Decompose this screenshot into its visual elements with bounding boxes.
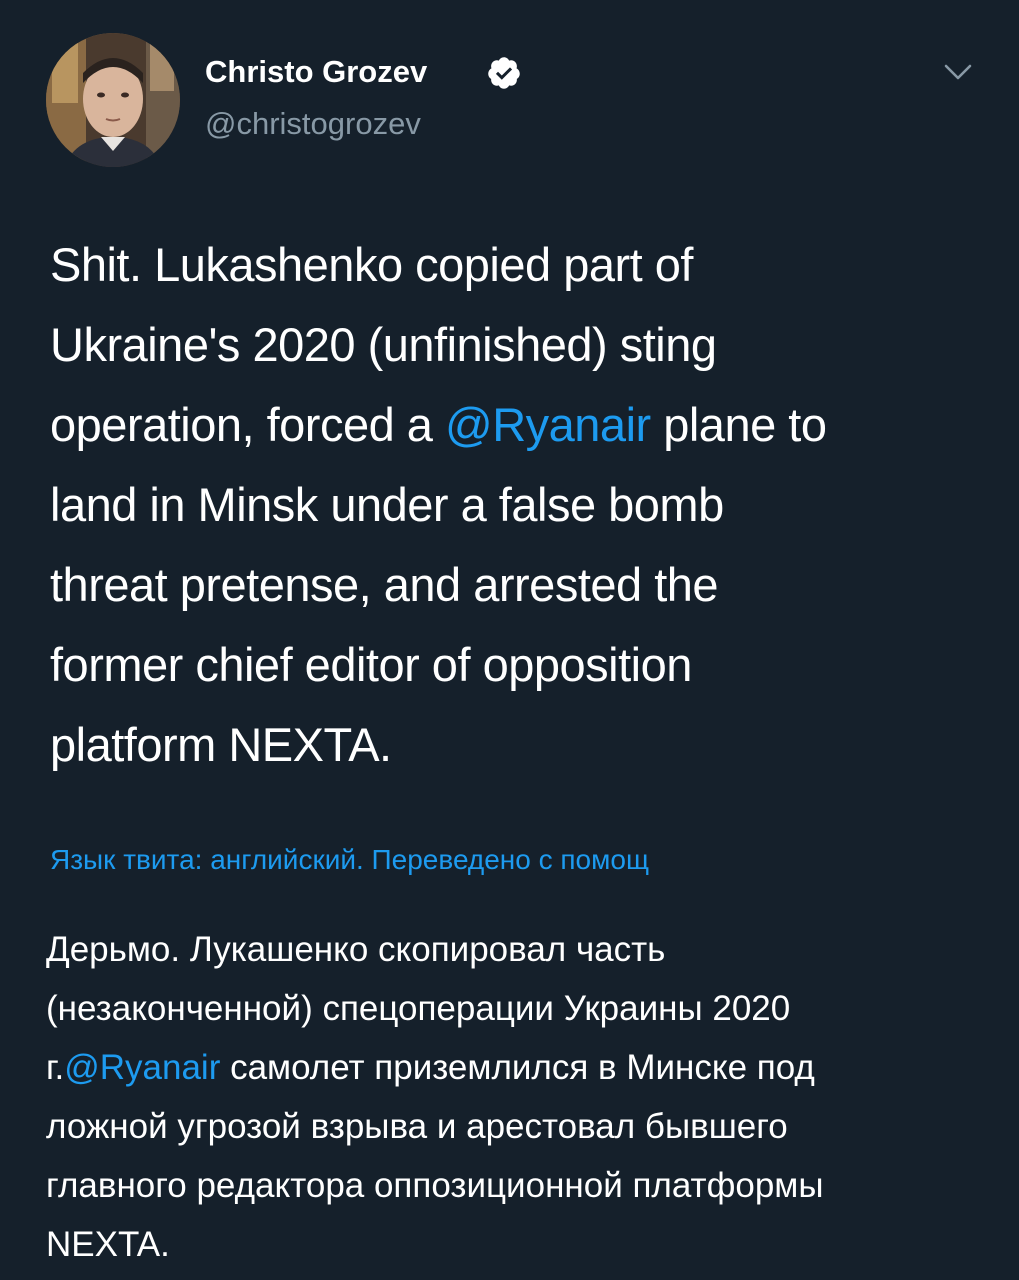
tweet-text: Shit. Lukashenko copied part of Ukraine'… bbox=[50, 225, 980, 785]
translated-text-segment: самолет приземлился в Минске под bbox=[220, 1048, 815, 1087]
tweet-line: Ukraine's 2020 (unfinished) sting bbox=[50, 318, 717, 371]
translated-line: Дерьмо. Лукашенко скопировал часть bbox=[46, 930, 666, 969]
verified-badge-icon bbox=[488, 57, 520, 89]
translated-line: ложной угрозой взрыва и арестовал бывшег… bbox=[46, 1107, 788, 1146]
tweet-text-segment: operation, forced a bbox=[50, 398, 445, 451]
more-options-button[interactable] bbox=[938, 58, 978, 88]
tweet-line: Shit. Lukashenko copied part of bbox=[50, 238, 693, 291]
translated-text: Дерьмо. Лукашенко скопировал часть (неза… bbox=[46, 920, 986, 1274]
translated-line: (незаконченной) спецоперации Украины 202… bbox=[46, 989, 791, 1028]
tweet-text-segment: plane to bbox=[650, 398, 827, 451]
tweet-line: land in Minsk under a false bomb bbox=[50, 478, 724, 531]
tweet-line: operation, forced a @Ryanair plane to bbox=[50, 385, 980, 465]
translated-line: NEXTA. bbox=[46, 1225, 170, 1264]
tweet-line: platform NEXTA. bbox=[50, 718, 392, 771]
chevron-down-icon bbox=[944, 64, 972, 80]
tweet-line: former chief editor of opposition bbox=[50, 638, 692, 691]
translated-line: г.@Ryanair самолет приземлился в Минске … bbox=[46, 1038, 986, 1097]
translation-attribution-link[interactable]: Язык твита: английский. Переведено с пом… bbox=[50, 840, 649, 880]
author-handle[interactable]: @christogrozev bbox=[205, 104, 421, 144]
avatar-photo bbox=[46, 33, 180, 167]
tweet-line: threat pretense, and arrested the bbox=[50, 558, 719, 611]
author-name[interactable]: Christo Grozev bbox=[205, 52, 427, 92]
translated-text-segment: г. bbox=[46, 1048, 65, 1087]
avatar[interactable] bbox=[46, 33, 180, 167]
ryanair-mention-link[interactable]: @Ryanair bbox=[445, 398, 651, 451]
translated-line: главного редактора оппозиционной платфор… bbox=[46, 1166, 824, 1205]
ryanair-mention-link[interactable]: @Ryanair bbox=[64, 1048, 220, 1087]
